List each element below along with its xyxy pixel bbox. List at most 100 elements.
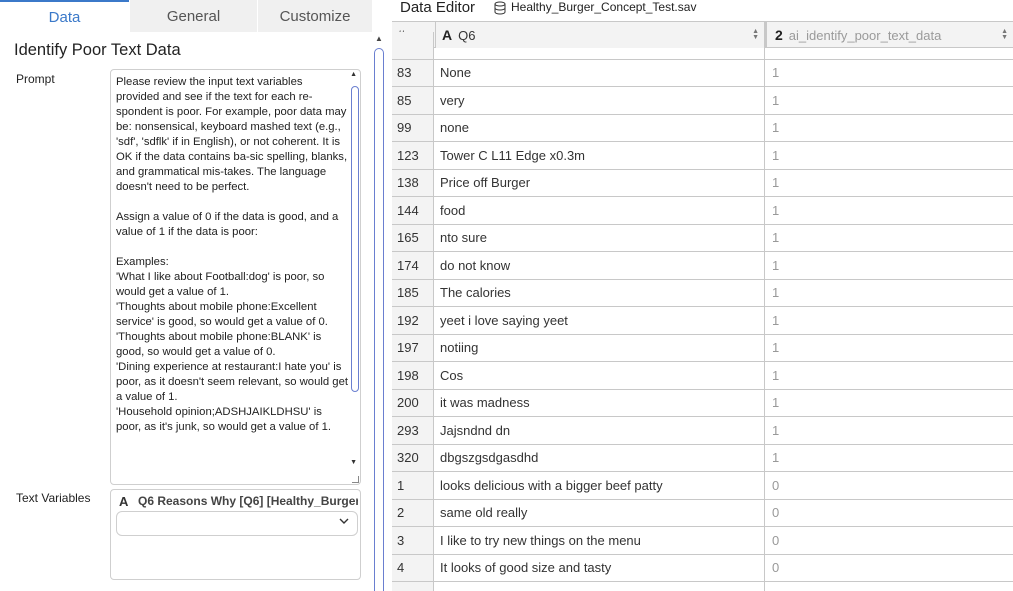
ai-value-cell[interactable]: 1 <box>765 115 1013 142</box>
q6-cell[interactable]: nto sure <box>434 224 765 251</box>
q6-cell[interactable]: it was madness <box>434 389 765 416</box>
row-index-cell[interactable] <box>392 582 434 591</box>
table-row[interactable]: 83 None 1 <box>392 59 1013 87</box>
table-row[interactable]: 1 looks delicious with a bigger beef patt… <box>392 472 1013 500</box>
row-index-cell[interactable]: 200 <box>392 389 434 416</box>
table-row[interactable]: 293 Jajsndnd dn 1 <box>392 417 1013 445</box>
q6-cell[interactable]: Cos <box>434 362 765 389</box>
q6-cell[interactable]: same old really <box>434 499 765 526</box>
table-row[interactable]: 4 It looks of good size and tasty 0 <box>392 554 1013 582</box>
ai-value-cell[interactable]: 1 <box>765 60 1013 87</box>
row-index-cell[interactable]: 2 <box>392 499 434 526</box>
ai-value-cell[interactable]: 0 <box>765 500 1013 527</box>
table-row[interactable] <box>392 582 1013 591</box>
row-index-cell[interactable]: 192 <box>392 307 434 334</box>
scroll-down-arrow-icon[interactable]: ▼ <box>350 459 357 466</box>
q6-cell[interactable]: food <box>434 197 765 224</box>
table-row[interactable]: 85 very 1 <box>392 87 1013 115</box>
q6-cell[interactable]: none <box>434 114 765 141</box>
prompt-scrollbar-thumb[interactable] <box>351 86 359 392</box>
row-index-cell[interactable]: 165 <box>392 224 434 251</box>
variable-select[interactable] <box>116 511 358 536</box>
resize-handle-icon[interactable] <box>352 476 359 483</box>
ai-value-cell[interactable]: 1 <box>765 417 1013 444</box>
scroll-up-arrow-icon[interactable]: ▲ <box>350 71 357 78</box>
row-index-cell[interactable]: 85 <box>392 87 434 114</box>
tab-customize[interactable]: Customize <box>257 0 372 32</box>
row-index-cell[interactable]: 293 <box>392 417 434 444</box>
ai-value-cell[interactable]: 0 <box>765 527 1013 554</box>
table-row[interactable]: 200 it was madness 1 <box>392 389 1013 417</box>
q6-cell[interactable]: dbgszgsdgasdhd <box>434 444 765 471</box>
q6-cell[interactable]: yeet i love saying yeet <box>434 307 765 334</box>
q6-cell[interactable]: The calories <box>434 279 765 306</box>
row-index-cell[interactable] <box>392 32 434 59</box>
q6-cell[interactable] <box>434 32 765 59</box>
q6-cell[interactable] <box>434 582 765 591</box>
row-index-cell[interactable]: 138 <box>392 169 434 196</box>
table-row[interactable]: 165 nto sure 1 <box>392 224 1013 252</box>
ai-value-cell[interactable]: 1 <box>765 445 1013 472</box>
table-row[interactable]: 198 Cos 1 <box>392 362 1013 390</box>
q6-cell[interactable]: Jajsndnd dn <box>434 417 765 444</box>
ai-value-cell[interactable]: 1 <box>765 280 1013 307</box>
row-index-cell[interactable]: 185 <box>392 279 434 306</box>
panel-scrollbar-thumb[interactable] <box>374 48 384 591</box>
ai-value-cell[interactable] <box>765 32 1013 59</box>
row-index-cell[interactable]: 198 <box>392 362 434 389</box>
ai-value-cell[interactable]: 1 <box>765 390 1013 417</box>
q6-cell[interactable]: None <box>434 59 765 86</box>
table-row[interactable]: 174 do not know 1 <box>392 252 1013 280</box>
ai-value-cell[interactable]: 1 <box>765 197 1013 224</box>
row-index-cell[interactable]: 320 <box>392 444 434 471</box>
chevron-down-icon[interactable] <box>339 516 349 526</box>
q6-cell[interactable]: I like to try new things on the menu <box>434 527 765 554</box>
ai-value-cell[interactable]: 1 <box>765 335 1013 362</box>
panel-scroll-up-icon[interactable]: ▲ <box>375 34 383 43</box>
ai-value-cell[interactable]: 0 <box>765 472 1013 499</box>
row-index-cell[interactable]: 4 <box>392 554 434 581</box>
ai-value-cell[interactable]: 1 <box>765 142 1013 169</box>
tab-data[interactable]: Data <box>0 0 129 32</box>
row-index-cell[interactable]: 144 <box>392 197 434 224</box>
ai-value-cell[interactable]: 1 <box>765 252 1013 279</box>
text-variables-dropbox[interactable]: A Q6 Reasons Why [Q6] [Healthy_Burger_Co… <box>110 489 361 580</box>
row-index-cell[interactable]: 3 <box>392 527 434 554</box>
row-index-cell[interactable]: 197 <box>392 334 434 361</box>
prompt-text[interactable]: Please review the input text variables p… <box>116 75 348 435</box>
table-row[interactable] <box>392 32 1013 60</box>
table-row[interactable]: 144 food 1 <box>392 197 1013 225</box>
table-row[interactable]: 138 Price off Burger 1 <box>392 169 1013 197</box>
ai-value-cell[interactable]: 0 <box>765 555 1013 582</box>
row-index-cell[interactable]: 83 <box>392 59 434 86</box>
table-row[interactable]: 320 dbgszgsdgasdhd 1 <box>392 444 1013 472</box>
row-index-cell[interactable]: 174 <box>392 252 434 279</box>
q6-cell[interactable]: It looks of good size and tasty <box>434 554 765 581</box>
ai-value-cell[interactable]: 1 <box>765 307 1013 334</box>
ai-value-cell[interactable]: 1 <box>765 170 1013 197</box>
row-index-cell[interactable]: 123 <box>392 142 434 169</box>
table-row[interactable]: 185 The calories 1 <box>392 279 1013 307</box>
q6-cell[interactable]: very <box>434 87 765 114</box>
table-row[interactable]: 197 notiing 1 <box>392 334 1013 362</box>
selected-variable[interactable]: Q6 Reasons Why [Q6] [Healthy_Burger_Conc… <box>138 494 358 508</box>
ai-value-cell[interactable]: 1 <box>765 362 1013 389</box>
table-row[interactable]: 2 same old really 0 <box>392 499 1013 527</box>
table-row[interactable]: 192 yeet i love saying yeet 1 <box>392 307 1013 335</box>
prompt-textarea[interactable]: Please review the input text variables p… <box>110 69 361 485</box>
row-index-cell[interactable]: 99 <box>392 114 434 141</box>
q6-cell[interactable]: Tower C L11 Edge x0.3m <box>434 142 765 169</box>
tab-general[interactable]: General <box>129 0 257 32</box>
ai-value-cell[interactable]: 1 <box>765 225 1013 252</box>
q6-cell[interactable]: notiing <box>434 334 765 361</box>
table-row[interactable]: 3I like to try new things on the menu 0 <box>392 527 1013 555</box>
row-index-cell[interactable]: 1 <box>392 472 434 499</box>
q6-cell[interactable]: do not know <box>434 252 765 279</box>
table-row[interactable]: 123 Tower C L11 Edge x0.3m 1 <box>392 142 1013 170</box>
table-row[interactable]: 99 none 1 <box>392 114 1013 142</box>
ai-value-cell[interactable]: 1 <box>765 87 1013 114</box>
ai-value-cell[interactable] <box>765 582 1013 591</box>
data-grid[interactable]: # A Q6 ▲▼ 2 ai_identify_poor_text_data ▲… <box>392 21 1013 591</box>
q6-cell[interactable]: looks delicious with a bigger beef patty <box>434 472 765 499</box>
q6-cell[interactable]: Price off Burger <box>434 169 765 196</box>
